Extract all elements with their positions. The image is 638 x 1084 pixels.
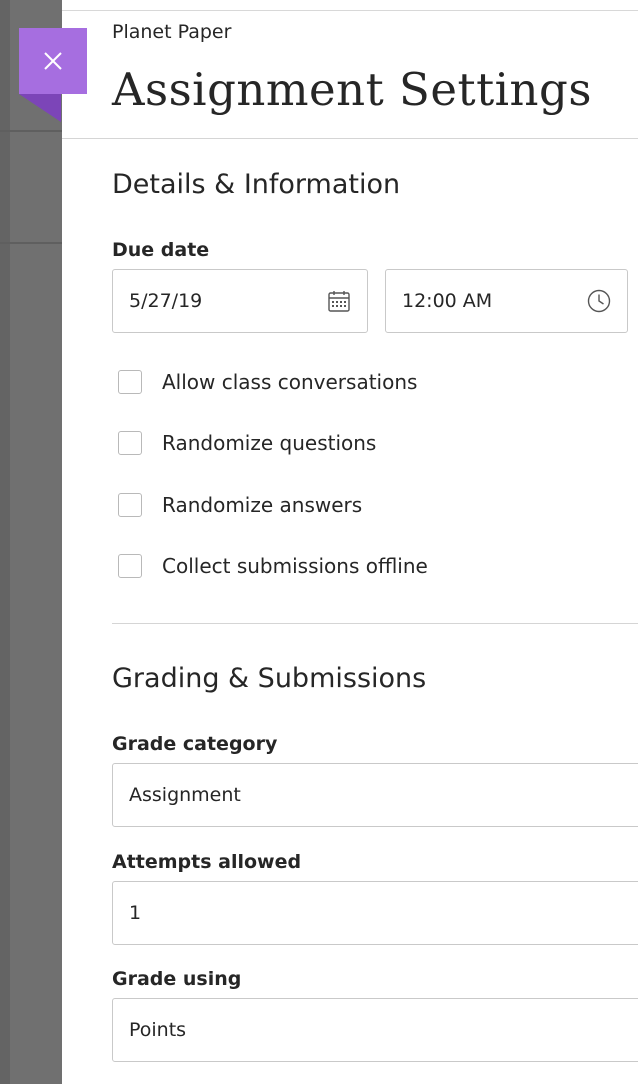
section-divider — [112, 623, 638, 624]
course-name: Planet Paper — [112, 21, 232, 43]
checkbox[interactable] — [118, 370, 142, 394]
grade-using-select[interactable]: Points — [112, 998, 638, 1062]
checkbox[interactable] — [118, 554, 142, 578]
due-time-input[interactable]: 12:00 AM — [385, 269, 628, 333]
close-icon — [19, 28, 87, 94]
checkbox-allow-class-conversations[interactable]: Allow class conversations — [118, 367, 417, 397]
checkbox-label: Randomize answers — [162, 493, 363, 517]
header-divider — [62, 138, 638, 139]
dimmed-background[interactable] — [0, 0, 62, 1084]
checkbox-label: Allow class conversations — [162, 370, 418, 394]
checkbox-label: Randomize questions — [162, 431, 377, 455]
settings-panel: Planet Paper Assignment Settings Details… — [62, 10, 638, 1084]
backdrop-divider — [0, 130, 62, 132]
due-time-value: 12:00 AM — [402, 290, 493, 312]
attempts-allowed-select[interactable]: 1 — [112, 881, 638, 945]
clock-icon[interactable] — [585, 287, 613, 315]
grade-category-label: Grade category — [112, 733, 278, 755]
assignment-settings-page: Planet Paper Assignment Settings Details… — [0, 0, 638, 1084]
grade-category-value: Assignment — [129, 784, 241, 806]
close-tab-fold — [19, 94, 61, 122]
calendar-icon[interactable] — [325, 287, 353, 315]
due-date-input[interactable]: 5/27/19 — [112, 269, 368, 333]
backdrop-divider — [0, 242, 62, 244]
panel-title: Assignment Settings — [112, 63, 592, 116]
grade-category-select[interactable]: Assignment — [112, 763, 638, 827]
grade-using-label: Grade using — [112, 968, 242, 990]
grading-section-heading: Grading & Submissions — [112, 663, 427, 694]
checkbox-randomize-questions[interactable]: Randomize questions — [118, 428, 376, 458]
attempts-allowed-value: 1 — [129, 902, 142, 924]
checkbox[interactable] — [118, 431, 142, 455]
checkbox-label: Collect submissions offline — [162, 554, 428, 578]
details-section-heading: Details & Information — [112, 169, 401, 200]
due-date-value: 5/27/19 — [129, 290, 203, 312]
backdrop-shade — [0, 0, 10, 1084]
due-date-label: Due date — [112, 239, 210, 261]
grade-using-value: Points — [129, 1019, 187, 1041]
close-panel-button[interactable] — [19, 28, 87, 94]
attempts-allowed-label: Attempts allowed — [112, 851, 302, 873]
checkbox[interactable] — [118, 493, 142, 517]
checkbox-randomize-answers[interactable]: Randomize answers — [118, 490, 362, 520]
checkbox-collect-submissions-offline[interactable]: Collect submissions offline — [118, 551, 428, 581]
